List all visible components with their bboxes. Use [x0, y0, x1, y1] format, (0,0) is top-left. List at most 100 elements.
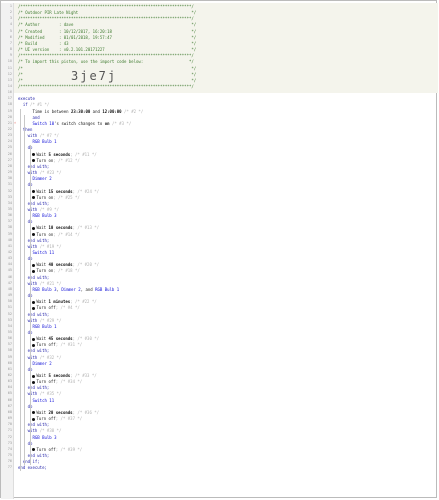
code-token: with [18, 354, 40, 360]
code-token: if [18, 102, 31, 108]
statement-id-comment: ; /* #36 */ [72, 409, 100, 415]
code-token: with [18, 206, 40, 212]
code-token: Wait [36, 299, 49, 305]
line-number: 60 [7, 360, 12, 365]
header-comment-text: /***************************************… [18, 4, 194, 9]
line-number: 44 [7, 262, 12, 267]
statement-id-comment: ; /* #13 */ [72, 225, 100, 231]
code-text: end execute; [18, 465, 47, 470]
line-number: 36 [7, 213, 12, 218]
statement-bullet-icon [32, 153, 36, 157]
header-comment-text: /* Created : 10/12/2017, 16:20:18 */ [18, 28, 197, 34]
line-number: 32 [7, 188, 12, 193]
statement-bullet-icon [32, 233, 36, 237]
line-number: 34 [7, 200, 12, 205]
code-token: Wait [36, 336, 49, 342]
statement-id-comment: ; /* #4 */ [55, 305, 80, 311]
code-viewer: 1 /**************************************… [0, 0, 438, 499]
line-number: 73 [7, 440, 12, 445]
line-number: 37 [7, 219, 12, 224]
line-number: 71 [7, 428, 12, 433]
code-token: end with; [18, 311, 50, 317]
statement-id-comment: ; /* #30 */ [72, 336, 100, 342]
statement-bullet-icon [32, 196, 36, 200]
line-number: 7 [9, 40, 12, 45]
line-number: 48 [7, 286, 12, 291]
line-number: 30 [7, 176, 12, 181]
line-number: 20 [7, 114, 12, 119]
statement-bullet-icon [32, 380, 36, 384]
line-number: 55 [7, 329, 12, 334]
code-token: and [18, 114, 40, 120]
indent-guide [30, 145, 31, 466]
line-number: 54 [7, 323, 12, 328]
line-number: 16 [7, 90, 12, 95]
code-token: 10 seconds [48, 225, 73, 231]
code-text: Switch 10's switch changes to on /* #3 *… [18, 121, 131, 126]
line-number: 24 [7, 139, 12, 144]
code-token: Wait [36, 409, 49, 415]
statement-id-comment: /* #21 */ [39, 280, 62, 286]
line-number: 23 [7, 133, 12, 138]
code-token: Turn off [36, 305, 56, 311]
code-token: end with; [18, 200, 50, 206]
header-comment-text: /***************************************… [18, 83, 194, 89]
code-token: Wait [36, 188, 49, 194]
code-text: end with; [18, 238, 50, 243]
code-token: with [18, 391, 40, 397]
code-token: Turn off [36, 379, 56, 385]
code-text: Turn on; /* #12 */ [18, 158, 80, 163]
statement-id-comment: /* #2 */ [121, 108, 144, 114]
line-number: 56 [7, 336, 12, 341]
line-number: 25 [7, 145, 12, 150]
statement-id-comment: ; /* #14 */ [53, 231, 80, 237]
device-name: RGB Bulb 1 [95, 286, 120, 292]
code-token: Wait [36, 262, 49, 268]
code-text: and [18, 114, 40, 120]
line-number: 5 [9, 28, 12, 33]
line-number: 17 [7, 96, 12, 101]
code-token: Turn on [36, 231, 54, 237]
line-number: 21 [7, 120, 12, 125]
code-token: with [18, 170, 40, 176]
line-number: 3 [9, 16, 12, 21]
code-text: RGB Bulb 3, Dimmer 2, and RGB Bulb 1 [18, 287, 119, 292]
statement-id-comment: /* #7 */ [39, 133, 59, 139]
line-number: 29 [7, 170, 12, 175]
code-token: 23:30:00 [71, 108, 91, 114]
line-number: 45 [7, 268, 12, 273]
line-number: 68 [7, 409, 12, 414]
code-token: end with; [18, 452, 50, 458]
statement-bullet-icon [32, 374, 36, 378]
code-token: end with; [18, 348, 50, 354]
line-number: 1 [9, 4, 12, 8]
code-text: Turn off; /* #39 */ [18, 447, 82, 452]
line-number: 50 [7, 299, 12, 304]
line-number: 46 [7, 274, 12, 279]
code-token: Turn on [36, 268, 54, 274]
code-token: , and [80, 286, 96, 292]
header-comment-text: /* Build : 43 */ [18, 40, 197, 46]
code-text: end with; [18, 164, 50, 169]
line-number: 14 [7, 83, 12, 88]
line-number: 61 [7, 366, 12, 371]
statement-id-comment: ; /* #24 */ [72, 188, 100, 194]
statement-id-comment: ; /* #11 */ [70, 151, 97, 157]
line-number: 18 [7, 102, 12, 107]
line-number: 6 [9, 34, 12, 39]
line-number: 8 [9, 47, 12, 52]
statement-id-comment: ; /* #34 */ [55, 379, 83, 385]
statement-id-comment: ; /* #22 */ [70, 299, 97, 305]
statement-bullet-icon [32, 343, 36, 347]
code-token: with [18, 280, 40, 286]
statement-id-comment: ; /* #12 */ [53, 157, 80, 163]
code-text: execute [18, 96, 35, 101]
code-text: end with; [18, 452, 50, 458]
line-number: 40 [7, 237, 12, 242]
statement-id-comment: /* #32 */ [39, 354, 62, 360]
code-text: Turn off; /* #31 */ [18, 342, 82, 347]
code-text: Turn on; /* #25 */ [18, 195, 80, 200]
statement-id-comment: ; /* #20 */ [72, 262, 100, 268]
code-text: end with; [18, 422, 50, 427]
line-number: 42 [7, 250, 12, 254]
